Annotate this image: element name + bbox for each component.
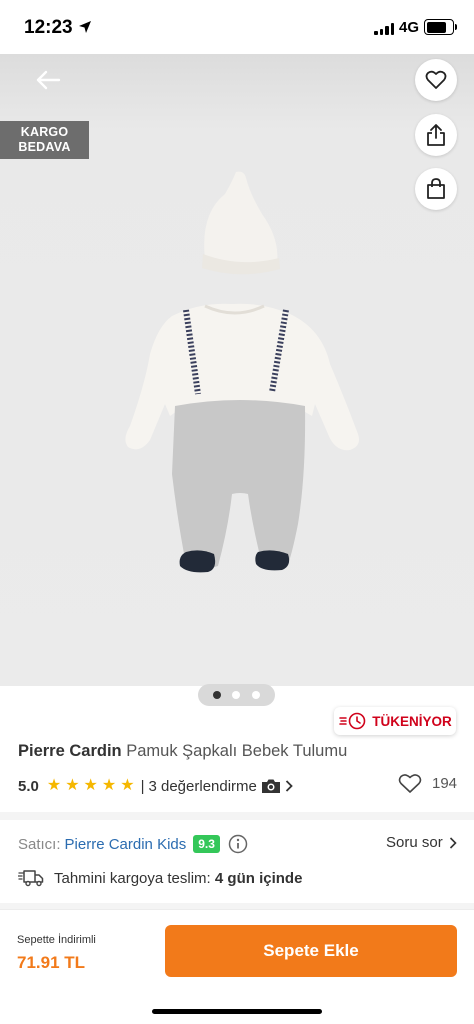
star-icon: ★ xyxy=(65,777,80,794)
location-arrow-icon xyxy=(79,21,91,33)
star-icon: ★ xyxy=(120,777,135,794)
star-icon: ★ xyxy=(83,777,98,794)
product-title: Pierre Cardin Pamuk Şapkalı Bebek Tulumu xyxy=(18,742,347,761)
home-indicator xyxy=(152,1009,322,1014)
gallery-dot[interactable] xyxy=(212,691,221,699)
seller-name-link[interactable]: Pierre Cardin Kids xyxy=(65,836,187,853)
chevron-right-icon xyxy=(449,836,457,849)
seller-label: Satıcı: xyxy=(18,835,61,853)
shipping-days: 4 gün içinde xyxy=(214,869,303,887)
chevron-right-icon xyxy=(285,780,293,792)
gallery-dot[interactable] xyxy=(232,691,241,699)
stock-alert-badge: TÜKENİYOR xyxy=(334,707,456,735)
shopping-bag-icon xyxy=(427,178,445,199)
rating-row: 5.0 ★ ★ ★ ★ ★ | 3 değerlendirme xyxy=(18,775,293,797)
product-name: Pamuk Şapkalı Bebek Tulumu xyxy=(126,742,348,760)
review-count: 3 değerlendirme xyxy=(148,777,257,795)
heart-icon xyxy=(425,70,447,89)
status-time: 12:23 xyxy=(24,17,73,38)
price: 71.91 TL xyxy=(17,953,86,972)
shipping-estimate: Tahmini kargoya teslim: 4 gün içinde xyxy=(18,869,302,887)
add-to-cart-button[interactable]: Sepete Ekle xyxy=(165,925,457,977)
clock-speed-icon xyxy=(339,712,366,730)
star-icon: ★ xyxy=(101,777,117,794)
product-brand[interactable]: Pierre Cardin xyxy=(18,742,122,760)
seller-row: Satıcı: Pierre Cardin Kids 9.3 xyxy=(18,834,248,854)
arrow-left-icon xyxy=(36,70,61,90)
free-shipping-badge: KARGO BEDAVA xyxy=(0,121,89,159)
camera-icon xyxy=(261,779,280,793)
favorite-button[interactable] xyxy=(415,59,457,101)
status-bar: 12:23 4G xyxy=(0,0,474,54)
share-button[interactable] xyxy=(415,114,457,156)
section-divider xyxy=(0,812,474,820)
product-image-gallery[interactable]: KARGO BEDAVA xyxy=(0,54,474,686)
info-icon[interactable] xyxy=(228,834,248,854)
reviews-link[interactable]: | 3 değerlendirme xyxy=(141,778,293,795)
price-label: Sepette İndirimli xyxy=(17,934,96,946)
battery-icon xyxy=(424,19,457,35)
rating-separator: | xyxy=(140,777,145,795)
signal-bars-icon xyxy=(374,22,394,35)
ask-question-button[interactable]: Soru sor xyxy=(386,834,457,851)
back-button[interactable] xyxy=(28,64,68,96)
shipping-label: Tahmini kargoya teslim: xyxy=(54,869,211,887)
rating-stars: ★ ★ ★ ★ ★ xyxy=(47,778,135,794)
favorite-count-button[interactable]: 194 xyxy=(398,773,457,793)
badge-line2: BEDAVA xyxy=(18,140,71,154)
cart-shortcut-button[interactable] xyxy=(415,168,457,210)
stock-alert-label: TÜKENİYOR xyxy=(372,713,452,729)
bottom-bar: Sepette İndirimli 71.91 TL Sepete Ekle xyxy=(0,909,474,1024)
truck-icon xyxy=(18,870,44,887)
ask-question-label: Soru sor xyxy=(386,834,443,851)
gallery-dot[interactable] xyxy=(252,691,261,699)
share-icon xyxy=(427,124,445,146)
badge-line1: KARGO xyxy=(20,125,69,139)
gallery-pagination[interactable] xyxy=(198,684,275,706)
heart-outline-icon xyxy=(398,774,422,793)
seller-score-badge: 9.3 xyxy=(193,835,220,853)
star-icon: ★ xyxy=(46,777,62,794)
rating-score: 5.0 xyxy=(18,777,39,795)
network-label: 4G xyxy=(399,19,420,36)
favorite-count: 194 xyxy=(432,774,458,792)
